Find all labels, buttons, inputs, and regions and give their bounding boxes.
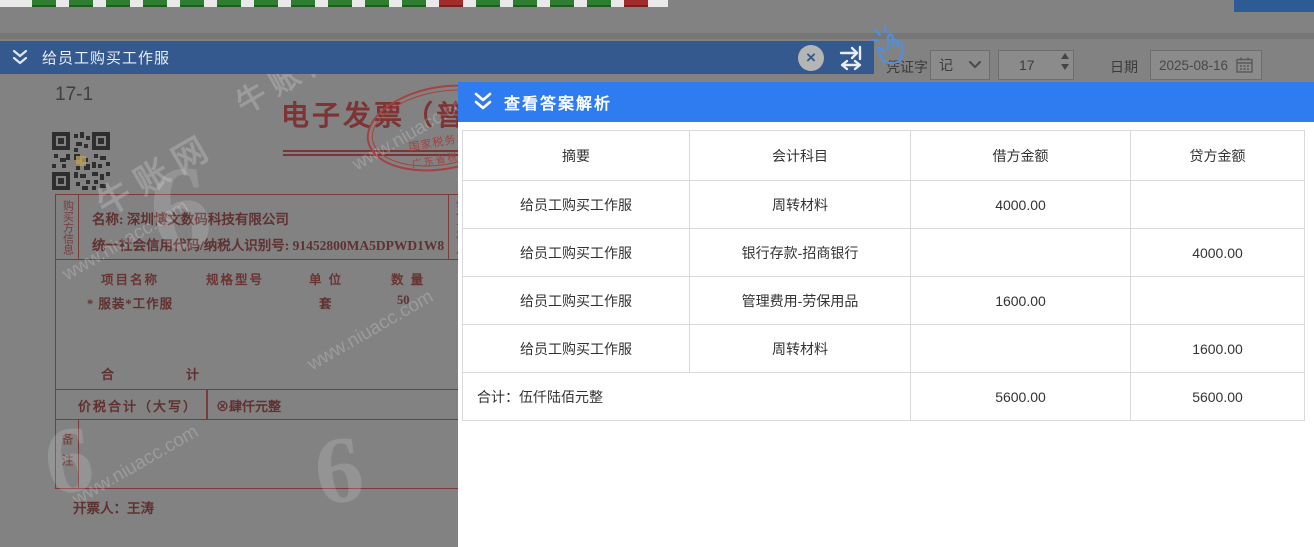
table-header-row: 摘要 会计科目 借方金额 贷方金额 <box>462 130 1305 181</box>
item-unit: 套 <box>319 297 332 311</box>
voucher-word-value: 记 <box>939 57 953 73</box>
table-column-header: 摘要 <box>462 130 690 181</box>
items-subtotal-row: 合计 <box>101 367 202 382</box>
swap-arrows-icon[interactable] <box>838 44 864 72</box>
collapse-double-chevron-icon[interactable] <box>10 49 30 67</box>
cell-divider <box>206 390 208 419</box>
remark-box: 备注 <box>55 420 475 489</box>
step-down-icon[interactable] <box>1061 64 1069 70</box>
answer-table: 摘要 会计科目 借方金额 贷方金额 给员工购买工作服 周转材料 4000.00 给员工购买工… <box>462 130 1305 421</box>
task-title-bar: 给员工购买工作服 × <box>0 41 874 74</box>
table-row: 给员工购买工作服 周转材料 1600.00 <box>462 324 1305 373</box>
table-column-header: 借方金额 <box>910 130 1131 181</box>
tax-total-label: 价税合计（大写） <box>78 399 199 414</box>
table-cell <box>1130 180 1305 229</box>
tax-total-value: ⊗肆仟元整 <box>216 399 282 414</box>
buyer-info-box: 购买方信息 名称: 深圳博文数码科技有限公司 统一社会信用代码/纳税人识别号: … <box>55 194 475 260</box>
invoice-items-box: 项目名称 规格型号 单 位 数 量 * 服装*工作服 套 50 合计 <box>55 260 475 390</box>
task-title: 给员工购买工作服 <box>42 50 171 67</box>
table-cell <box>910 324 1131 373</box>
voucher-number-input[interactable]: 17 <box>998 50 1074 80</box>
table-cell: 给员工购买工作服 <box>462 324 690 373</box>
remark-vertical-label: 备注 <box>56 420 79 488</box>
table-column-header: 会计科目 <box>689 130 911 181</box>
close-icon[interactable]: × <box>798 44 824 71</box>
step-up-icon[interactable] <box>1061 53 1069 59</box>
answer-panel: 查看答案解析 摘要 会计科目 借方金额 贷方金额 给员工购买工作服 周转材料 4000.0… <box>458 82 1314 547</box>
total-label: 合计：伍仟陆佰元整 <box>462 372 911 421</box>
table-cell: 给员工购买工作服 <box>462 180 690 229</box>
table-cell: 银行存款-招商银行 <box>689 228 911 277</box>
total-credit: 5600.00 <box>1130 372 1305 421</box>
table-cell: 管理费用-劳保用品 <box>689 276 911 325</box>
invoice-issuer: 开票人：王涛 <box>73 501 154 516</box>
item-header-spec: 规格型号 <box>206 273 265 287</box>
table-row: 给员工购买工作服 周转材料 4000.00 <box>462 180 1305 229</box>
table-row: 给员工购买工作服 银行存款-招商银行 4000.00 <box>462 228 1305 277</box>
item-name: * 服装*工作服 <box>87 297 174 311</box>
table-cell: 给员工购买工作服 <box>462 228 690 277</box>
calendar-icon[interactable] <box>1236 57 1253 73</box>
table-cell: 给员工购买工作服 <box>462 276 690 325</box>
table-cell: 周转材料 <box>689 324 911 373</box>
table-cell: 4000.00 <box>910 180 1131 229</box>
voucher-word-select[interactable]: 记 <box>930 50 990 80</box>
voucher-number-value: 17 <box>1019 57 1035 73</box>
buyer-tax-id: 统一社会信用代码/纳税人识别号: 91452800MA5DPWD1W8 <box>92 238 445 253</box>
table-cell: 1600.00 <box>910 276 1131 325</box>
table-cell <box>1130 276 1305 325</box>
table-total-row: 合计：伍仟陆佰元整 5600.00 5600.00 <box>462 372 1305 421</box>
hand-cursor-icon <box>871 25 908 73</box>
date-label: 日期 <box>1110 59 1138 75</box>
item-qty: 50 <box>397 293 410 307</box>
table-row: 给员工购买工作服 管理费用-劳保用品 1600.00 <box>462 276 1305 325</box>
table-cell: 周转材料 <box>689 180 911 229</box>
number-stepper[interactable] <box>1061 53 1069 70</box>
buyer-name: 名称: 深圳博文数码科技有限公司 <box>92 212 289 227</box>
invoice-index: 17-1 <box>55 84 94 105</box>
total-debit: 5600.00 <box>910 372 1131 421</box>
answer-panel-header[interactable]: 查看答案解析 <box>458 82 1314 122</box>
item-header-qty: 数 量 <box>391 273 426 287</box>
collapse-double-chevron-icon[interactable] <box>472 92 494 112</box>
buyer-vertical-label: 购买方信息 <box>56 195 79 259</box>
item-header-unit: 单 位 <box>309 273 344 287</box>
date-input[interactable]: 2025-08-16 <box>1150 50 1262 80</box>
qr-code <box>52 132 110 190</box>
tax-total-row: 价税合计（大写） ⊗肆仟元整 <box>55 390 475 420</box>
table-cell <box>910 228 1131 277</box>
app-window: 给员工购买工作服 × 凭证字 记 17 日期 2025-08-16 17-1 电… <box>0 0 1314 547</box>
chevron-down-icon <box>969 61 981 69</box>
table-cell: 1600.00 <box>1130 324 1305 373</box>
table-cell: 4000.00 <box>1130 228 1305 277</box>
answer-panel-title: 查看答案解析 <box>504 96 613 113</box>
table-column-header: 贷方金额 <box>1130 130 1305 181</box>
item-header-name: 项目名称 <box>101 273 160 287</box>
date-value: 2025-08-16 <box>1159 57 1229 73</box>
